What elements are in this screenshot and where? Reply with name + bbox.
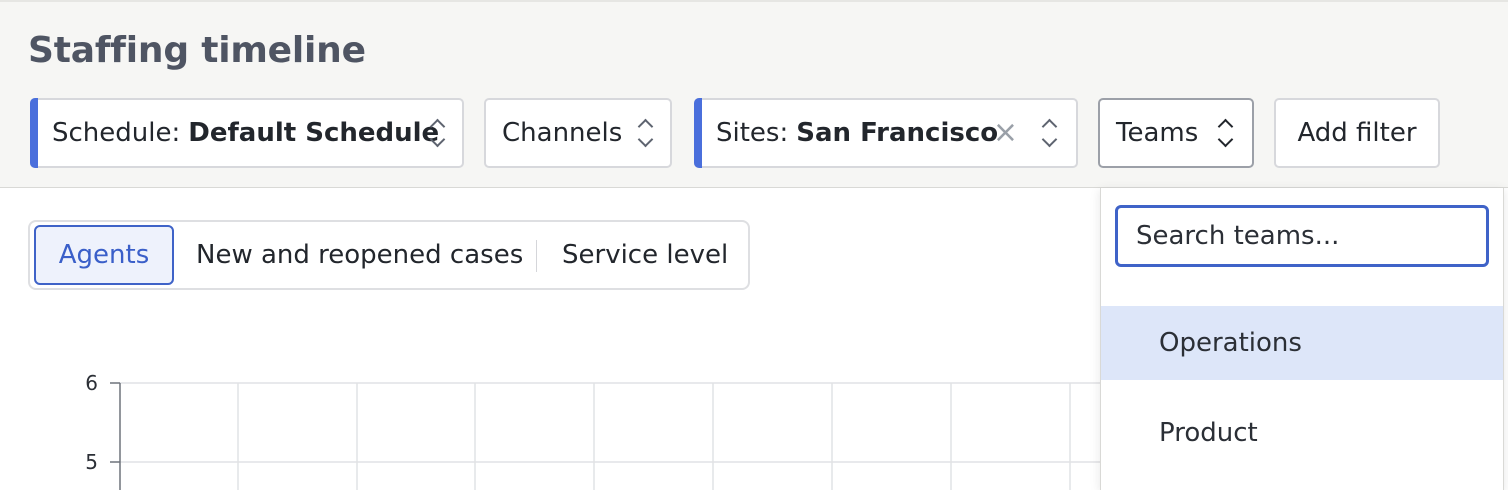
chevron-updown-icon [1216,118,1234,148]
sites-filter-label: Sites: [716,118,789,148]
add-filter-button[interactable]: Add filter [1274,98,1440,168]
chevron-updown-icon [1040,118,1058,148]
channels-filter[interactable]: Channels [484,98,672,168]
chevron-updown-icon [636,118,654,148]
schedule-filter-label: Schedule: [52,118,181,148]
tab-new-and-reopened-cases[interactable]: New and reopened cases [196,225,523,285]
sites-filter[interactable]: Sites: San Francisco × [694,98,1078,168]
sites-filter-value: San Francisco [796,118,999,148]
clear-icon[interactable]: × [993,118,1018,148]
schedule-filter-value: Default Schedule [188,118,440,148]
channels-filter-label: Channels [502,118,623,148]
tab-divider [536,240,537,272]
schedule-filter[interactable]: Schedule: Default Schedule [30,98,464,168]
add-filter-label: Add filter [1297,118,1417,148]
team-option-operations[interactable]: Operations [1101,306,1503,380]
chart-grid [120,382,1100,490]
y-tick-label-6: 6 [85,371,98,395]
team-option-product[interactable]: Product [1101,396,1503,470]
chevron-updown-icon [428,118,446,148]
tab-service-level[interactable]: Service level [562,225,728,285]
page-title: Staffing timeline [28,30,366,71]
teams-filter-label: Teams [1116,118,1199,148]
teams-dropdown: Operations Product [1100,188,1504,490]
staffing-chart: 6 5 [85,371,1100,490]
view-tabs: Agents New and reopened cases Service le… [28,220,750,290]
teams-filter[interactable]: Teams [1098,98,1254,168]
search-teams-input[interactable] [1115,205,1489,267]
tab-agents[interactable]: Agents [34,225,174,285]
y-tick-label-5: 5 [85,450,98,474]
